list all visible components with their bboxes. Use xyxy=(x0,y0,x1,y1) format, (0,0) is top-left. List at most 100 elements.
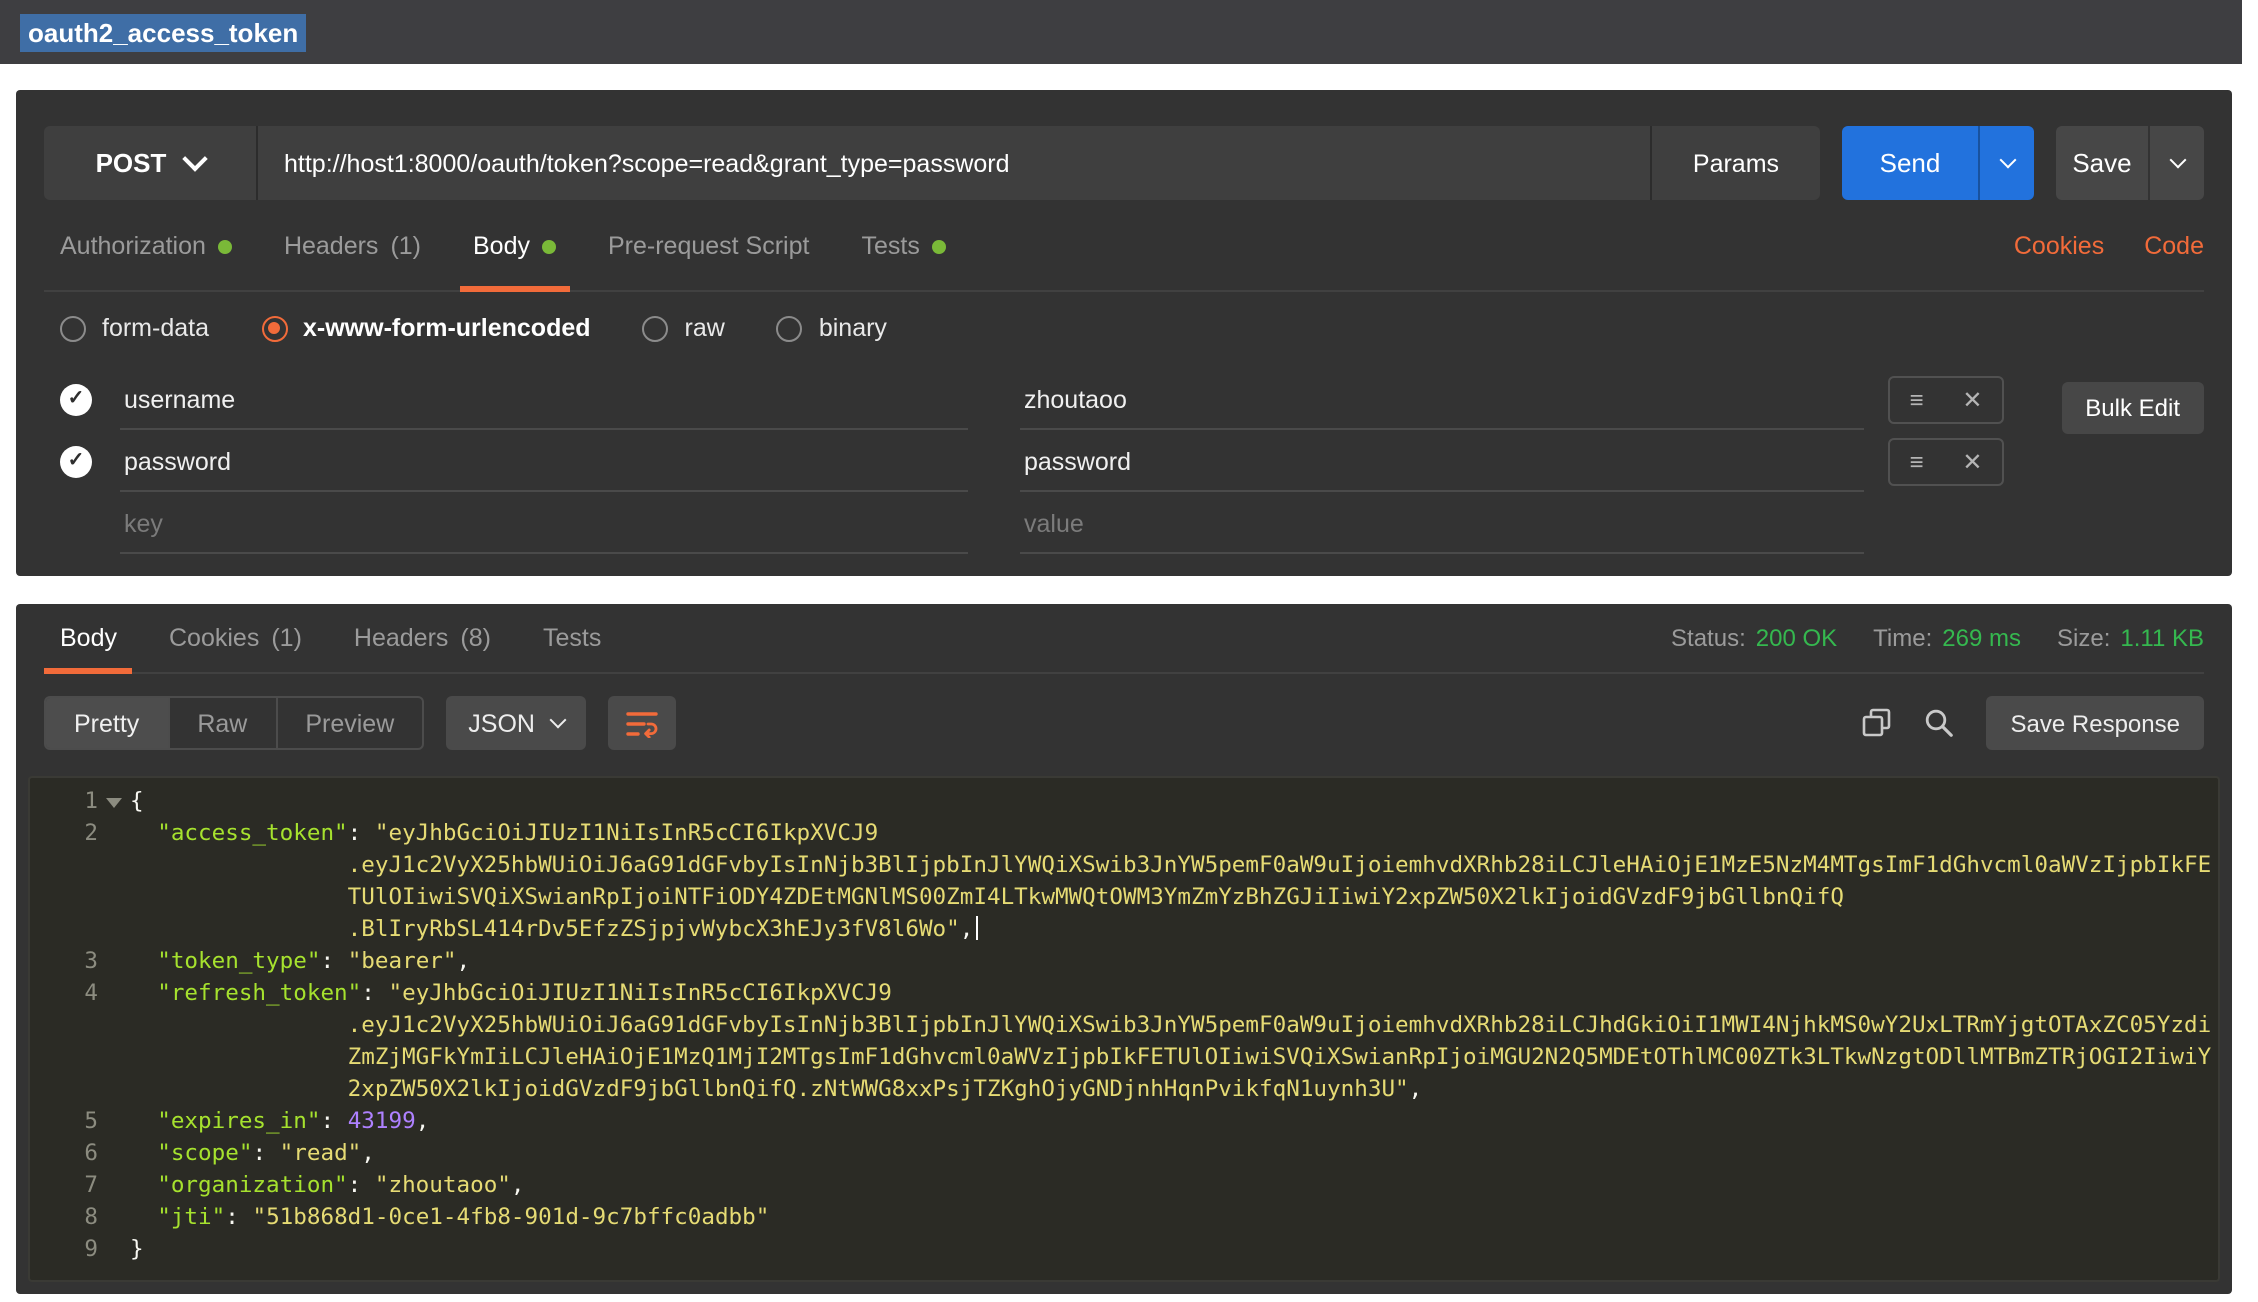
value-input[interactable] xyxy=(1020,510,1864,552)
code-link[interactable]: Code xyxy=(2144,232,2204,260)
tab-authorization[interactable]: Authorization xyxy=(44,202,258,290)
value-input[interactable] xyxy=(1020,386,1864,428)
wrap-lines-button[interactable] xyxy=(609,696,677,750)
code-token: : xyxy=(320,1108,347,1134)
tab-response-cookies[interactable]: Cookies (1) xyxy=(143,604,328,672)
method-selector[interactable]: POST xyxy=(44,126,258,200)
code-token: "eyJhbGciOiJIUzI1NiIsInR5cCI6IkpXVCJ9 xyxy=(375,820,878,846)
tab-pre-request-script[interactable]: Pre-request Script xyxy=(582,202,835,290)
line-number: 5 xyxy=(30,1106,98,1138)
body-mode-raw[interactable]: raw xyxy=(643,314,725,342)
size-value: 1.11 KB xyxy=(2120,624,2204,652)
code-text: "scope": "read", xyxy=(130,1138,2218,1170)
row-enabled-checkbox[interactable]: ✓ xyxy=(60,445,92,477)
remove-row-icon[interactable]: ✕ xyxy=(1962,449,1982,473)
body-mode-form-data[interactable]: form-data xyxy=(60,314,209,342)
bulk-edit-button[interactable]: Bulk Edit xyxy=(2061,382,2204,434)
tab-count: (1) xyxy=(271,624,302,652)
code-token: "jti" xyxy=(157,1204,225,1230)
response-meta: Status: 200 OK Time: 269 ms Size: 1.11 K… xyxy=(1671,624,2204,652)
fold-spacer xyxy=(98,946,130,978)
save-button[interactable]: Save xyxy=(2056,126,2148,200)
code-text: 2xpZW50X2lkIjoidGVzdF9jbGllbnQifQ.zNtWWG… xyxy=(130,1074,2218,1106)
format-label: JSON xyxy=(468,709,535,737)
key-input[interactable] xyxy=(120,448,968,490)
drag-handle-icon[interactable]: ≡ xyxy=(1909,387,1923,411)
view-mode-raw[interactable]: Raw xyxy=(167,698,275,748)
tab-response-headers[interactable]: Headers (8) xyxy=(328,604,517,672)
code-token: 2xpZW50X2lkIjoidGVzdF9jbGllbnQifQ.zNtWWG… xyxy=(130,1076,1409,1102)
tab-response-body[interactable]: Body xyxy=(44,604,143,672)
fold-spacer xyxy=(98,882,130,914)
code-line: .eyJ1c2VyX25hbWUiOiJ6aG91dGFvbyIsInNjb3B… xyxy=(30,850,2218,882)
row-enabled-checkbox[interactable]: ✓ xyxy=(60,383,92,415)
copy-response-button[interactable] xyxy=(1863,708,1893,738)
toolbar-right-group: Save Response xyxy=(1863,696,2204,750)
kv-row-empty xyxy=(60,492,2204,554)
tab-response-tests[interactable]: Tests xyxy=(517,604,627,672)
url-input[interactable] xyxy=(258,126,1650,200)
body-mode-x-www-form-urlencoded[interactable]: x-www-form-urlencoded xyxy=(261,314,591,342)
code-token: "scope" xyxy=(157,1140,252,1166)
status-dot xyxy=(542,239,556,253)
code-token: : xyxy=(320,948,347,974)
remove-row-icon[interactable]: ✕ xyxy=(1962,387,1982,411)
kv-row-password: ✓ ≡ ✕ xyxy=(60,430,2204,492)
format-dropdown[interactable]: JSON xyxy=(446,696,587,750)
line-number: 3 xyxy=(30,946,98,978)
send-dropdown-button[interactable] xyxy=(1978,126,2034,200)
body-mode-binary[interactable]: binary xyxy=(777,314,887,342)
code-token: "refresh_token" xyxy=(157,980,361,1006)
chevron-down-icon xyxy=(1999,151,2016,168)
fold-spacer xyxy=(98,914,130,946)
view-mode-pretty[interactable]: Pretty xyxy=(46,698,167,748)
body-mode-label: raw xyxy=(685,314,725,342)
code-token: "expires_in" xyxy=(157,1108,320,1134)
key-input[interactable] xyxy=(120,510,968,552)
tab-headers[interactable]: Headers (1) xyxy=(258,202,447,290)
save-response-button[interactable]: Save Response xyxy=(1987,696,2204,750)
code-lines: 1{2 "access_token": "eyJhbGciOiJIUzI1NiI… xyxy=(30,786,2218,1266)
fold-toggle-icon[interactable] xyxy=(98,786,130,818)
fold-spacer xyxy=(98,1010,130,1042)
tab-label: Tests xyxy=(861,232,919,260)
key-value-editor: ✓ ≡ ✕ ✓ xyxy=(60,368,2204,554)
code-token xyxy=(130,948,157,974)
save-button-group: Save xyxy=(2056,126,2204,200)
code-line: 3 "token_type": "bearer", xyxy=(30,946,2218,978)
method-label: POST xyxy=(96,148,167,178)
tab-tests[interactable]: Tests xyxy=(835,202,971,290)
code-text: { xyxy=(130,786,2218,818)
params-button[interactable]: Params xyxy=(1650,126,1820,200)
tab-label: Headers xyxy=(284,232,379,260)
tab-body[interactable]: Body xyxy=(447,202,582,290)
radio-selected-icon xyxy=(261,315,287,341)
response-body-viewer[interactable]: 1{2 "access_token": "eyJhbGciOiJIUzI1NiI… xyxy=(28,776,2220,1282)
key-cell xyxy=(120,430,968,492)
fold-spacer xyxy=(98,1106,130,1138)
view-mode-preview[interactable]: Preview xyxy=(275,698,422,748)
size-meta: Size: 1.11 KB xyxy=(2057,624,2204,652)
key-cell xyxy=(120,492,968,554)
row-actions: ≡ ✕ xyxy=(1888,375,2004,423)
drag-handle-icon[interactable]: ≡ xyxy=(1909,449,1923,473)
value-cell xyxy=(1020,430,1864,492)
key-input[interactable] xyxy=(120,386,968,428)
send-button[interactable]: Send xyxy=(1842,126,1978,200)
code-line: 8 "jti": "51b868d1-0ce1-4fb8-901d-9c7bff… xyxy=(30,1202,2218,1234)
request-builder-panel: POST Params Send Save Authorization xyxy=(16,90,2232,576)
search-response-button[interactable] xyxy=(1925,708,1955,738)
body-mode-label: binary xyxy=(819,314,887,342)
request-tabs: Authorization Headers (1) Body Pre-reque… xyxy=(44,202,2204,292)
request-tab-title[interactable]: oauth2_access_token xyxy=(20,13,306,51)
code-token: , xyxy=(511,1172,525,1198)
code-text: "jti": "51b868d1-0ce1-4fb8-901d-9c7bffc0… xyxy=(130,1202,2218,1234)
value-input[interactable] xyxy=(1020,448,1864,490)
code-token: TUlOIiwiSVQiXSwianRpIjoiNTFiODY4ZDEtMGNl… xyxy=(130,884,1844,910)
code-line: 7 "organization": "zhoutaoo", xyxy=(30,1170,2218,1202)
cookies-link[interactable]: Cookies xyxy=(2014,232,2104,260)
code-line: TUlOIiwiSVQiXSwianRpIjoiNTFiODY4ZDEtMGNl… xyxy=(30,882,2218,914)
save-dropdown-button[interactable] xyxy=(2148,126,2204,200)
code-token: , xyxy=(960,916,974,942)
code-token xyxy=(130,980,157,1006)
